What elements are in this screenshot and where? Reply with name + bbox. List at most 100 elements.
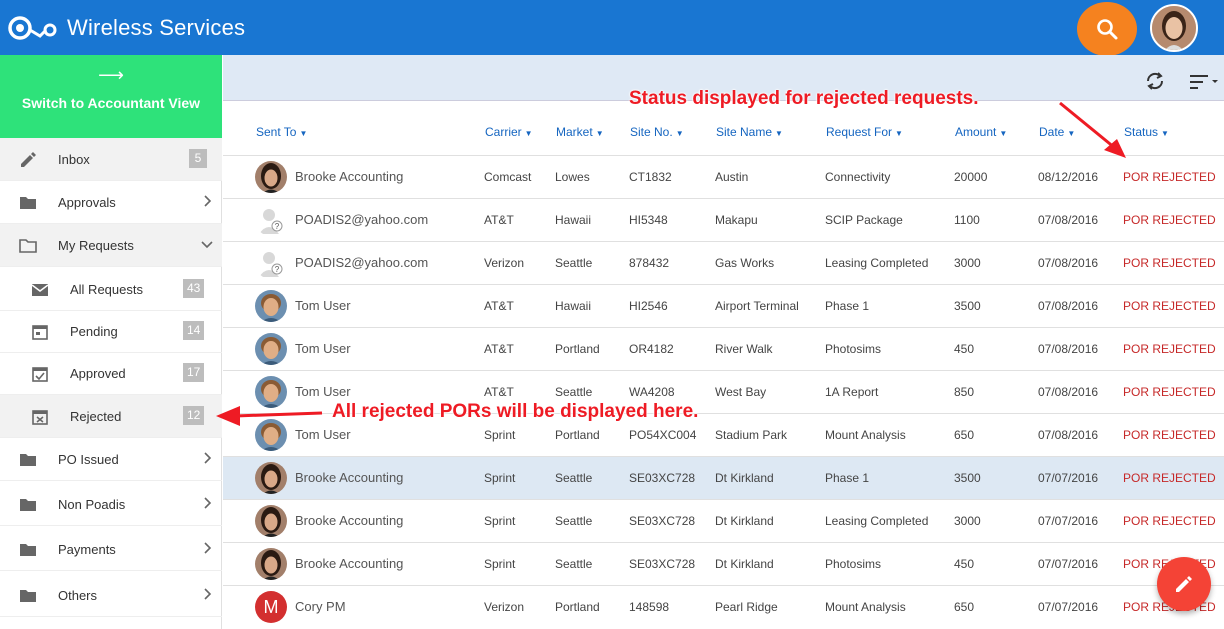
sidebar-item-payments[interactable]: Payments [0, 528, 222, 571]
sidebar-item-approved[interactable]: Approved 17 [0, 352, 222, 395]
cell-market: Portland [555, 428, 600, 442]
annotation-rejected-note: All rejected PORs will be displayed here… [332, 401, 699, 422]
sidebar-item-approvals[interactable]: Approvals [0, 181, 222, 224]
cell-date: 07/07/2016 [1038, 514, 1099, 528]
sort-caret-icon: ▼ [775, 129, 783, 138]
mail-icon [31, 284, 49, 296]
cell-carrier: Sprint [484, 514, 516, 528]
cell-site-no: CT1832 [629, 170, 672, 184]
table-row[interactable]: ? POADIS2@yahoo.com AT&T Hawaii HI5348 Makapu… [223, 198, 1224, 241]
app-logo-icon[interactable] [8, 12, 58, 44]
table-row[interactable]: Brooke Accounting Sprint Seattle SE03XC728 D… [223, 456, 1224, 499]
table-row[interactable]: Tom User AT&T Hawaii HI2546 Airport Terminal… [223, 284, 1224, 327]
sidebar-item-po-issued[interactable]: PO Issued [0, 438, 222, 481]
table-row[interactable]: ? POADIS2@yahoo.com Verizon Seattle 878432 Ga… [223, 241, 1224, 284]
sidebar-item-all-requests[interactable]: All Requests 43 [0, 268, 222, 311]
folder-icon [20, 544, 36, 556]
column-label: Request For [826, 125, 893, 139]
cell-site-name: Airport Terminal [715, 299, 799, 313]
sidebar-item-pending[interactable]: Pending 14 [0, 310, 222, 353]
table-row[interactable]: Brooke Accounting Comcast Lowes CT1832 Austi… [223, 155, 1224, 198]
column-header-market[interactable]: Market ▼ [556, 125, 604, 139]
cell-status: POR REJECTED [1123, 170, 1216, 184]
column-header-sent-to[interactable]: Sent To ▼ [256, 125, 307, 139]
cell-sent-to: POADIS2@yahoo.com [295, 255, 429, 270]
cell-request-for: Mount Analysis [825, 600, 906, 614]
count-badge: 12 [183, 406, 205, 425]
avatar [255, 505, 287, 537]
refresh-icon[interactable] [1144, 70, 1166, 92]
cell-market: Seattle [555, 256, 593, 270]
sidebar-item-non-poadis[interactable]: Non Poadis [0, 483, 222, 526]
svg-text:?: ? [275, 265, 280, 274]
cell-request-for: 1A Report [825, 385, 879, 399]
table-row[interactable]: M Cory PM Verizon Portland 148598 Pearl Ridge… [223, 585, 1224, 628]
column-header-date[interactable]: Date ▼ [1039, 125, 1075, 139]
cell-date: 07/08/2016 [1038, 256, 1099, 270]
cell-site-name: Dt Kirkland [715, 557, 774, 571]
sidebar-item-my-requests[interactable]: My Requests [0, 224, 222, 267]
count-badge: 43 [183, 279, 205, 298]
sidebar-item-label: Approvals [58, 195, 116, 210]
count-badge: 5 [189, 149, 207, 168]
table-row[interactable]: Brooke Accounting Sprint Seattle SE03XC728 D… [223, 542, 1224, 585]
sort-caret-icon: ▼ [675, 129, 684, 138]
calendar-icon [32, 325, 48, 340]
cell-status: POR REJECTED [1123, 471, 1216, 485]
sidebar-item-label: PO Issued [58, 452, 119, 467]
sort-menu-icon[interactable] [1190, 72, 1222, 92]
column-header-site-no[interactable]: Site No. ▼ [630, 125, 684, 139]
sidebar-item-label: Others [58, 588, 98, 603]
cell-status: POR REJECTED [1123, 514, 1216, 528]
cell-status: POR REJECTED [1123, 256, 1216, 270]
cell-date: 07/08/2016 [1038, 342, 1099, 356]
column-header-site-name[interactable]: Site Name ▼ [716, 125, 783, 139]
cell-site-no: HI2546 [629, 299, 668, 313]
column-label: Date [1039, 125, 1065, 139]
table-row[interactable]: Brooke Accounting Sprint Seattle SE03XC728 D… [223, 499, 1224, 542]
cell-request-for: Photosims [825, 342, 882, 356]
cell-amount: 1100 [954, 213, 980, 227]
cell-status: POR REJECTED [1123, 428, 1216, 442]
cell-carrier: Verizon [484, 600, 525, 614]
column-header-amount[interactable]: Amount ▼ [955, 125, 1007, 139]
search-button[interactable] [1077, 2, 1137, 56]
cell-site-name: River Walk [715, 342, 773, 356]
cell-date: 07/07/2016 [1038, 600, 1099, 614]
cell-request-for: Photosims [825, 557, 882, 571]
search-icon [1097, 19, 1118, 40]
avatar [255, 419, 287, 451]
pencil-icon [21, 152, 36, 167]
switch-accountant-view-button[interactable]: ⟶ Switch to Accountant View [0, 55, 222, 138]
cell-site-name: Pearl Ridge [715, 600, 778, 614]
sidebar: ⟶ Switch to Accountant View Inbox 5 Appr… [0, 55, 222, 629]
cell-site-no: WA4208 [629, 385, 675, 399]
column-header-status[interactable]: Status ▼ [1124, 125, 1169, 139]
cell-amount: 3500 [954, 299, 981, 313]
column-header-carrier[interactable]: Carrier ▼ [485, 125, 533, 139]
folder-open-icon [19, 239, 37, 253]
cell-sent-to: Brooke Accounting [295, 470, 404, 485]
sidebar-item-rejected[interactable]: Rejected 12 [0, 395, 222, 438]
sort-caret-icon: ▼ [895, 129, 903, 138]
cell-sent-to: Tom User [295, 427, 351, 442]
placeholder-avatar-icon: ? [255, 204, 287, 236]
sort-caret-icon: ▼ [595, 129, 604, 138]
cell-request-for: Connectivity [825, 170, 891, 184]
cell-date: 07/08/2016 [1038, 428, 1099, 442]
sort-caret-icon: ▼ [999, 129, 1008, 138]
sidebar-item-others[interactable]: Others [0, 574, 222, 617]
avatar [255, 548, 287, 580]
cell-site-name: Dt Kirkland [715, 471, 774, 485]
cell-date: 07/07/2016 [1038, 557, 1099, 571]
cell-site-name: Makapu [715, 213, 758, 227]
cell-sent-to: Tom User [295, 341, 351, 356]
column-header-request-for[interactable]: Request For ▼ [826, 125, 903, 139]
cell-request-for: Phase 1 [825, 471, 870, 485]
compose-button[interactable] [1157, 557, 1211, 611]
sidebar-item-inbox[interactable]: Inbox 5 [0, 138, 222, 181]
table-row[interactable]: Tom User AT&T Portland OR4182 River Walk Phot… [223, 327, 1224, 370]
cell-carrier: AT&T [484, 299, 514, 313]
chevron-right-icon [204, 452, 212, 464]
user-avatar[interactable] [1150, 4, 1198, 52]
